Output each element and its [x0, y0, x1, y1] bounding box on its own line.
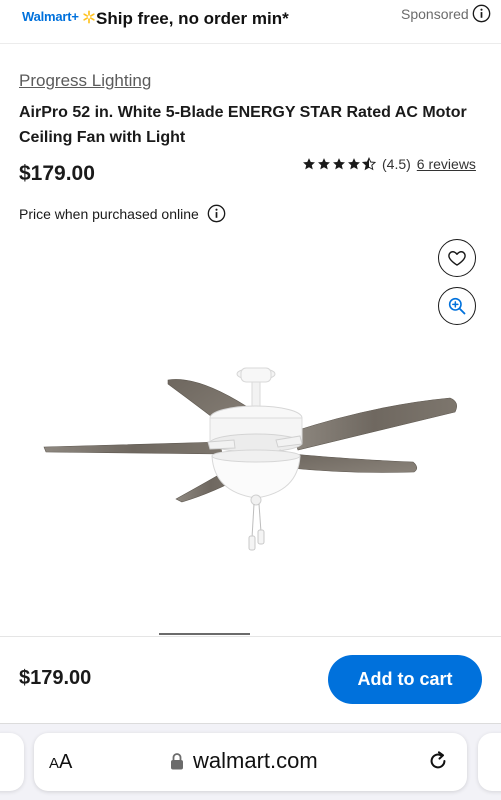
reviews-link[interactable]: 6 reviews	[417, 156, 476, 172]
online-price-note: Price when purchased online	[19, 206, 199, 222]
star-half-icon	[362, 157, 376, 171]
carousel-indicator	[159, 633, 250, 635]
zoom-in-icon	[448, 297, 466, 315]
rating-value: (4.5)	[382, 156, 411, 172]
walmart-plus-logo-text: Walmart+	[22, 9, 79, 24]
zoom-button[interactable]	[438, 287, 476, 325]
spark-icon	[83, 10, 95, 23]
favorite-button[interactable]	[438, 239, 476, 277]
heart-icon	[448, 251, 466, 266]
aa-large-letter: A	[59, 751, 73, 773]
reload-icon[interactable]	[427, 750, 449, 772]
sponsored-banner[interactable]: Walmart+ Ship free, no order min* Sponso…	[0, 0, 501, 44]
info-icon[interactable]	[207, 204, 226, 223]
sticky-price: $179.00	[19, 667, 92, 689]
rating-summary[interactable]: (4.5) 6 reviews	[302, 156, 476, 172]
aa-small-letter: A	[49, 755, 60, 772]
ceiling-fan-image[interactable]	[30, 350, 475, 570]
star-rating	[302, 157, 376, 171]
star-full-icon	[348, 158, 360, 170]
divider	[0, 636, 501, 637]
lock-icon	[171, 753, 183, 770]
sponsored-label: Sponsored	[401, 6, 469, 22]
previous-tab-preview[interactable]	[0, 733, 24, 791]
star-full-icon	[318, 158, 330, 170]
banner-headline: Ship free, no order min*	[96, 9, 289, 28]
walmart-plus-logo: Walmart+	[22, 9, 96, 24]
next-tab-preview[interactable]	[478, 733, 501, 791]
star-full-icon	[303, 158, 315, 170]
product-price: $179.00	[19, 162, 95, 185]
info-icon[interactable]	[472, 4, 491, 23]
brand-link[interactable]: Progress Lighting	[19, 71, 151, 91]
url-text[interactable]: walmart.com	[193, 748, 318, 774]
add-to-cart-button[interactable]: Add to cart	[328, 655, 482, 704]
page-settings-button[interactable]: AA	[49, 751, 72, 774]
star-full-icon	[333, 158, 345, 170]
product-title: AirPro 52 in. White 5-Blade ENERGY STAR …	[19, 104, 467, 146]
